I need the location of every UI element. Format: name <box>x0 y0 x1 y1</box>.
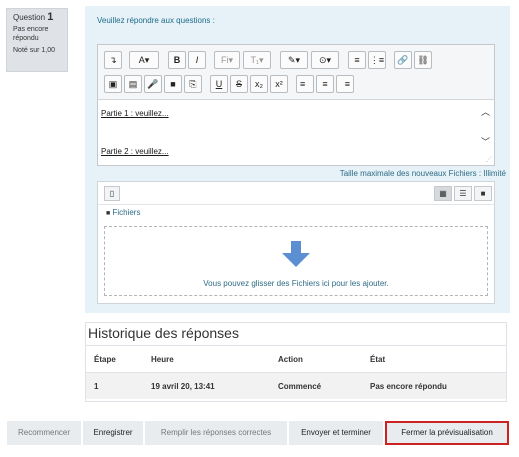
column-header-step: Étape <box>94 355 116 364</box>
history-table: Étape Heure Action État 1 19 avril 20, 1… <box>86 345 506 399</box>
bullet-list-button[interactable]: ≡ <box>348 51 366 69</box>
resize-handle-icon[interactable]: ⋰ <box>486 156 492 163</box>
manage-files-icon[interactable]: ⎘ <box>184 75 202 93</box>
numbered-list-button[interactable]: ⋮≡ <box>368 51 386 69</box>
record-video-icon[interactable]: ■ <box>164 75 182 93</box>
cell-time: 19 avril 20, 13:41 <box>151 382 215 391</box>
save-button[interactable]: Enregistrer <box>83 421 143 445</box>
highlight-button[interactable]: ⊙▾ <box>311 51 339 69</box>
add-file-icon[interactable]: ▯ <box>104 186 120 201</box>
question-info-panel: Question 1 Pas encore répondu Noté sur 1,… <box>6 8 68 72</box>
response-history: Historique des réponses Étape Heure Acti… <box>85 322 507 402</box>
align-center-button[interactable]: ≡ <box>316 75 334 93</box>
status-line-2: répondu <box>13 35 39 42</box>
editor-content-area[interactable]: Partie 1 : veuillez... Partie 2 : veuill… <box>98 101 482 165</box>
editor-toolbar: ↴ A▾ B I Fi▾ T₁▾ ✎▾ ⊙▾ ≡ ⋮≡ 🔗 ⛓ ▣ ▤ 🎤 ■ … <box>98 45 494 100</box>
icon-view-icon[interactable]: ▦ <box>434 186 452 201</box>
strikethrough-button[interactable]: S <box>230 75 248 93</box>
restart-button[interactable]: Recommencer <box>7 421 81 445</box>
status-line-1: Pas encore <box>13 26 49 33</box>
underline-button[interactable]: U <box>210 75 228 93</box>
file-path[interactable]: ■ Fichiers <box>106 208 140 217</box>
media-icon[interactable]: ▤ <box>124 75 142 93</box>
column-header-time: Heure <box>151 355 174 364</box>
drop-zone-text: Vous pouvez glisser des Fichiers ici pou… <box>203 279 389 288</box>
superscript-button[interactable]: x² <box>270 75 288 93</box>
toolbar-toggle-button[interactable]: ↴ <box>104 51 122 69</box>
file-drop-zone[interactable]: Vous pouvez glisser des Fichiers ici pou… <box>104 226 488 296</box>
text-color-button[interactable]: ✎▾ <box>280 51 308 69</box>
question-number-value: 1 <box>47 11 54 23</box>
question-prompt: Veuillez répondre aux questions : <box>97 16 215 25</box>
scroll-up-icon[interactable]: ︿ <box>481 105 490 118</box>
question-label: Question <box>13 13 46 22</box>
question-status: Pas encore répondu <box>13 25 61 43</box>
download-arrow-icon <box>282 241 310 267</box>
align-right-button[interactable]: ≡ <box>336 75 354 93</box>
cell-state: Pas encore répondu <box>370 382 447 391</box>
folder-icon: ■ <box>106 210 111 217</box>
table-header-row: Étape Heure Action État <box>86 345 506 372</box>
bold-button[interactable]: B <box>168 51 186 69</box>
close-preview-button[interactable]: Fermer la prévisualisation <box>385 421 509 445</box>
file-manager-toolbar: ▯ ▦ ☰ ■ <box>98 182 494 205</box>
content-line-part-1: Partie 1 : veuillez... <box>101 109 169 118</box>
align-left-button[interactable]: ≡ <box>296 75 314 93</box>
fill-correct-button[interactable]: Remplir les réponses correctes <box>145 421 287 445</box>
font-family-button[interactable]: Fi▾ <box>214 51 240 69</box>
column-header-action: Action <box>278 355 303 364</box>
question-number: Question 1 <box>13 11 61 23</box>
font-size-button[interactable]: T₁▾ <box>243 51 271 69</box>
link-icon[interactable]: 🔗 <box>394 51 412 69</box>
subscript-button[interactable]: x₂ <box>250 75 268 93</box>
unlink-icon[interactable]: ⛓ <box>414 51 432 69</box>
preview-controls: Recommencer Enregistrer Remplir les répo… <box>7 421 510 445</box>
history-title: Historique des réponses <box>88 325 239 341</box>
cell-step: 1 <box>94 382 99 391</box>
column-header-state: État <box>370 355 386 364</box>
table-row: 1 19 avril 20, 13:41 Commencé Pas encore… <box>86 372 506 399</box>
max-file-size-label: Taille maximale des nouveaux Fichiers : … <box>339 169 506 178</box>
cell-action: Commencé <box>278 382 322 391</box>
image-icon[interactable]: ▣ <box>104 75 122 93</box>
rich-text-editor: ↴ A▾ B I Fi▾ T₁▾ ✎▾ ⊙▾ ≡ ⋮≡ 🔗 ⛓ ▣ ▤ 🎤 ■ … <box>97 44 495 166</box>
content-line-part-2: Partie 2 : veuillez... <box>101 147 169 156</box>
question-grade: Noté sur 1,00 <box>13 47 56 54</box>
file-manager: ▯ ▦ ☰ ■ ■ Fichiers Vous pouvez glisser d… <box>97 181 495 304</box>
list-view-icon[interactable]: ☰ <box>454 186 472 201</box>
scroll-down-icon[interactable]: ﹀ <box>481 135 490 148</box>
font-style-button[interactable]: A▾ <box>129 51 159 69</box>
path-label: Fichiers <box>112 208 141 217</box>
italic-button[interactable]: I <box>188 51 206 69</box>
record-audio-icon[interactable]: 🎤 <box>144 75 162 93</box>
submit-and-finish-button[interactable]: Envoyer et terminer <box>289 421 383 445</box>
tree-view-icon[interactable]: ■ <box>474 186 492 201</box>
question-formulation: Veuillez répondre aux questions : ↴ A▾ B… <box>85 6 510 313</box>
